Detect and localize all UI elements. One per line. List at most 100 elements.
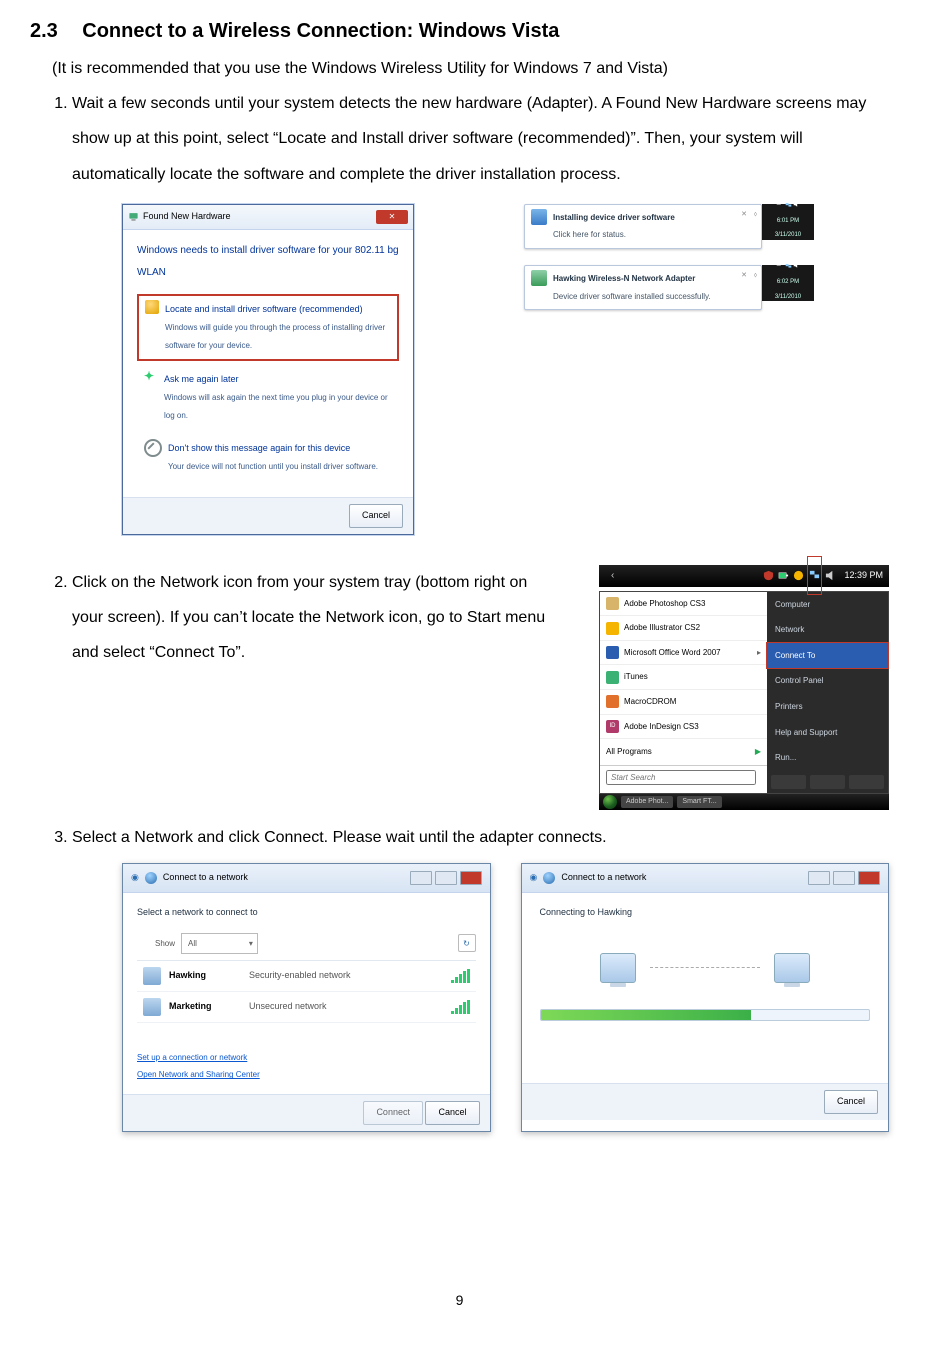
sm-r-printers[interactable]: Printers: [767, 694, 888, 720]
recommendation-note: (It is recommended that you use the Wind…: [52, 51, 889, 86]
adapter-icon: [531, 270, 547, 286]
balloon-2-desc: Device driver software installed success…: [553, 288, 711, 306]
minimize-button[interactable]: [410, 871, 432, 885]
network-icon: [143, 967, 161, 985]
sm-r-computer[interactable]: Computer: [767, 592, 888, 618]
sm-item-indesign[interactable]: IDAdobe InDesign CS3: [600, 715, 767, 740]
cancel-button[interactable]: Cancel: [824, 1090, 878, 1114]
network-list: Hawking Security-enabled network Marketi…: [137, 960, 476, 1023]
taskbar: Adobe Phot... Smart FT...: [599, 794, 889, 810]
refresh-button[interactable]: ↻: [458, 934, 476, 952]
hardware-icon: [128, 211, 139, 222]
flag-icon: [776, 262, 783, 269]
sm-item-word[interactable]: Microsoft Office Word 2007▸: [600, 641, 767, 666]
balloon-installing[interactable]: ⬨ ✕ Installing device driver software Cl…: [524, 204, 762, 249]
taskbar-item-2[interactable]: Smart FT...: [677, 796, 721, 808]
battery-icon[interactable]: [778, 570, 789, 581]
shield-icon[interactable]: [763, 570, 774, 581]
close-button[interactable]: [858, 871, 880, 885]
network-tray-icon[interactable]: [808, 557, 821, 594]
installing-icon: [531, 209, 547, 225]
balloon-2-title: Hawking Wireless-N Network Adapter: [553, 270, 711, 288]
step-2-figure: ‹ 12:39 PM Adobe Photoshop CS3 Adobe Ill…: [599, 565, 889, 810]
dialog-heading: Windows needs to install driver software…: [137, 240, 399, 284]
connect-network-dialog: ◉ Connect to a network Select a network …: [122, 863, 491, 1132]
balloon-installed[interactable]: ⬨ ✕ Hawking Wireless-N Network Adapter D…: [524, 265, 762, 310]
sm-item-illustrator[interactable]: Adobe Illustrator CS2: [600, 616, 767, 641]
sm-item-itunes[interactable]: iTunes: [600, 665, 767, 690]
start-search-input[interactable]: [606, 770, 756, 785]
show-dropdown[interactable]: All: [181, 933, 258, 955]
tray-time-2: 6:02 PM: [777, 276, 799, 289]
tray-date-2: 3/11/2010: [775, 291, 801, 304]
sm-item-photoshop[interactable]: Adobe Photoshop CS3: [600, 592, 767, 617]
signal-icon: [451, 1000, 470, 1014]
close-button[interactable]: ✕: [376, 210, 408, 224]
start-menu: Adobe Photoshop CS3 Adobe Illustrator CS…: [599, 591, 889, 794]
updates-icon[interactable]: [793, 570, 804, 581]
connecting-dialog: ◉ Connect to a network Connecting to Haw…: [521, 863, 890, 1132]
section-heading: 2.3 Connect to a Wireless Connection: Wi…: [30, 20, 889, 43]
start-orb[interactable]: [603, 795, 617, 809]
dialog-title: Connect to a network: [561, 868, 646, 888]
tray-expand-icon[interactable]: ‹: [611, 565, 614, 587]
plus-icon: ✦: [144, 370, 158, 384]
sm-all-programs[interactable]: All Programs▶: [600, 739, 767, 765]
network-item-marketing[interactable]: Marketing Unsecured network: [137, 992, 476, 1023]
back-icon[interactable]: ◉: [131, 868, 139, 888]
back-icon[interactable]: ◉: [530, 868, 538, 888]
sm-r-run[interactable]: Run...: [767, 745, 888, 771]
option-1-desc: Windows will guide you through the proce…: [165, 319, 391, 354]
step-2-text: Click on the Network icon from your syst…: [72, 565, 559, 671]
maximize-button[interactable]: [435, 871, 457, 885]
network-type: Unsecured network: [249, 997, 443, 1017]
chevron-right-icon: ▶: [755, 743, 761, 761]
step-1: Wait a few seconds until your system det…: [72, 86, 889, 535]
close-icon[interactable]: ✕: [741, 207, 747, 222]
section-number: 2.3: [30, 20, 58, 42]
shutdown-menu[interactable]: [849, 775, 884, 789]
option-3-desc: Your device will not function until you …: [168, 458, 378, 476]
cancel-button[interactable]: Cancel: [425, 1101, 479, 1125]
system-tray-2: 6:02 PM 3/11/2010: [762, 265, 814, 301]
option-ask-later[interactable]: ✦ Ask me again later Windows will ask ag…: [137, 365, 399, 430]
dialog-titlebar: ◉ Connect to a network: [522, 864, 889, 893]
sm-r-help[interactable]: Help and Support: [767, 720, 888, 746]
cancel-button[interactable]: Cancel: [349, 504, 403, 528]
network-name: Hawking: [169, 966, 241, 986]
volume-icon: [793, 201, 800, 208]
help-icon: ⬨: [754, 268, 757, 283]
taskbar-item-1[interactable]: Adobe Phot...: [621, 796, 673, 808]
show-label: Show: [155, 935, 175, 953]
close-icon[interactable]: ✕: [741, 268, 747, 283]
sm-r-connect-to[interactable]: Connect To: [767, 643, 888, 669]
close-button[interactable]: [460, 871, 482, 885]
link-setup-connection[interactable]: Set up a connection or network: [137, 1049, 476, 1067]
network-type: Security-enabled network: [249, 966, 443, 986]
link-network-sharing[interactable]: Open Network and Sharing Center: [137, 1066, 476, 1084]
maximize-button[interactable]: [833, 871, 855, 885]
option-dont-show[interactable]: Don't show this message again for this d…: [137, 434, 399, 481]
signal-icon: [451, 969, 470, 983]
globe-icon: [145, 872, 157, 884]
network-item-hawking[interactable]: Hawking Security-enabled network: [137, 961, 476, 992]
option-locate-install[interactable]: Locate and install driver software (reco…: [137, 294, 399, 361]
flag-icon: [776, 201, 783, 208]
tray-clock[interactable]: 12:39 PM: [844, 566, 883, 586]
network-icon: [785, 201, 792, 208]
sm-r-control-panel[interactable]: Control Panel: [767, 668, 888, 694]
connect-button[interactable]: Connect: [363, 1101, 423, 1125]
network-name: Marketing: [169, 997, 241, 1017]
minimize-button[interactable]: [808, 871, 830, 885]
power-button[interactable]: [771, 775, 806, 789]
volume-icon[interactable]: [825, 570, 836, 581]
system-tray-1: 6:01 PM 3/11/2010: [762, 204, 814, 240]
connecting-graphic: [540, 953, 871, 983]
globe-icon: [543, 872, 555, 884]
step-1-text: Wait a few seconds until your system det…: [72, 95, 866, 182]
sm-r-network[interactable]: Network: [767, 617, 888, 643]
dialog-titlebar: ◉ Connect to a network: [123, 864, 490, 893]
lock-button[interactable]: [810, 775, 845, 789]
option-2-title: Ask me again later: [164, 370, 392, 390]
sm-item-macrocdrom[interactable]: MacroCDROM: [600, 690, 767, 715]
